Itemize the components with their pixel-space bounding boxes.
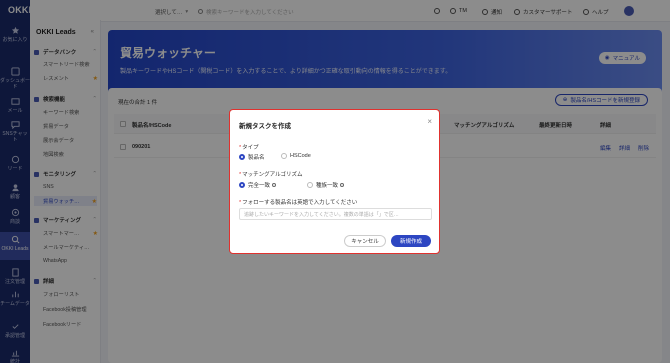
radio-dot xyxy=(307,182,313,188)
radio-dot xyxy=(239,154,245,160)
keyword-input[interactable]: 追跡したいキーワードを入力してください。複数の単語は「」で区… xyxy=(239,208,432,220)
create-button[interactable]: 新規作成 xyxy=(391,235,431,247)
algo-radio-similar[interactable]: 種族一致 xyxy=(307,181,345,189)
radio-dot xyxy=(239,182,245,188)
algorithm-label: *マッチングアルゴリズム xyxy=(239,172,303,178)
create-task-modal: 新規タスクを作成 × *タイプ 製品名 HSCode *マッチングアルゴリズム … xyxy=(229,109,440,254)
radio-dot xyxy=(281,153,287,159)
type-radio-hscode[interactable]: HSCode xyxy=(281,153,311,159)
modal-title: 新規タスクを作成 xyxy=(239,123,291,130)
close-icon[interactable]: × xyxy=(427,117,432,126)
info-icon[interactable] xyxy=(340,183,345,187)
product-label: *フォローする製品名は英語で入力してください xyxy=(239,200,358,206)
cancel-button[interactable]: キャンセル xyxy=(344,235,386,247)
type-label: *タイプ xyxy=(239,145,259,151)
info-icon[interactable] xyxy=(272,183,277,187)
type-radio-product[interactable]: 製品名 xyxy=(239,153,265,161)
algo-radio-exact[interactable]: 完全一致 xyxy=(239,181,277,189)
